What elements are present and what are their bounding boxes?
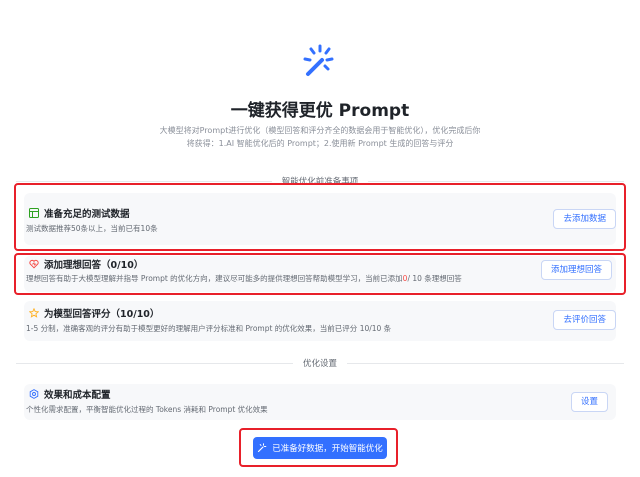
rate-answers-button[interactable]: 去评价回答 — [553, 310, 616, 330]
ideal-answer-card-header: 添加理想回答（0/10） — [28, 257, 143, 271]
start-optimization-button[interactable]: 已准备好数据，开始智能优化 — [253, 437, 387, 459]
divider-line — [16, 362, 293, 364]
cost-config-title: 效果和成本配置 — [44, 390, 111, 401]
settings-section-divider: 优化设置 — [16, 357, 625, 369]
scoring-title: 为模型回答评分（10/10） — [44, 309, 160, 320]
scoring-card-header: 为模型回答评分（10/10） — [28, 306, 159, 320]
divider-line — [347, 362, 625, 364]
test-data-card-header: 准备充足的测试数据 — [28, 206, 130, 220]
ideal-answer-desc: 理想回答有助于大模型理解并指导 Prompt 的优化方向，建议尽可能多的提供理想… — [26, 273, 462, 284]
add-data-button[interactable]: 去添加数据 — [553, 209, 616, 229]
table-icon — [28, 207, 40, 219]
ideal-answer-card: 添加理想回答（0/10） 理想回答有助于大模型理解并指导 Prompt 的优化方… — [24, 256, 616, 292]
settings-section-label: 优化设置 — [303, 359, 338, 369]
heart-icon — [28, 258, 40, 270]
test-data-desc: 测试数据推荐50条以上，当前已有10条 — [26, 224, 158, 233]
settings-icon — [28, 388, 40, 400]
magic-wand-icon — [303, 44, 334, 76]
page-description: 大模型将对Prompt进行优化（模型回答和评分齐全的数据会用于智能优化），优化完… — [130, 124, 510, 150]
sparkle-icon — [258, 443, 267, 453]
description-line-1: 大模型将对Prompt进行优化（模型回答和评分齐全的数据会用于智能优化），优化完… — [159, 126, 481, 135]
ideal-answer-desc-suffix: / 10 条理想回答 — [407, 274, 462, 283]
settings-button[interactable]: 设置 — [570, 392, 608, 412]
cost-config-desc: 个性化需求配置，平衡智能优化过程的 Tokens 消耗和 Prompt 优化效果 — [26, 405, 268, 414]
prep-section-label: 智能优化前准备事项 — [281, 177, 359, 187]
cost-config-card: 效果和成本配置 个性化需求配置，平衡智能优化过程的 Tokens 消耗和 Pro… — [24, 384, 616, 420]
divider-line — [16, 180, 272, 182]
add-ideal-answer-button[interactable]: 添加理想回答 — [540, 260, 612, 280]
page-title: 一键获得更优 Prompt — [230, 101, 410, 121]
test-data-title: 准备充足的测试数据 — [44, 209, 130, 220]
scoring-card: 为模型回答评分（10/10） 1-5 分制，准确客观的评分有助于模型更好的理解用… — [24, 301, 616, 341]
ideal-answer-title: 添加理想回答（0/10） — [44, 260, 144, 271]
test-data-card: 准备充足的测试数据 测试数据推荐50条以上，当前已有10条 去添加数据 — [24, 193, 616, 245]
scoring-desc: 1-5 分制，准确客观的评分有助于模型更好的理解用户评分标准和 Prompt 的… — [26, 324, 392, 333]
description-line-2: 将获得：1.AI 智能优化后的 Prompt；2.使用新 Prompt 生成的回… — [186, 139, 454, 148]
prep-section-divider: 智能优化前准备事项 — [16, 175, 625, 187]
start-optimization-label: 已准备好数据，开始智能优化 — [272, 444, 383, 454]
ideal-answer-desc-text: 理想回答有助于大模型理解并指导 Prompt 的优化方向，建议尽可能多的提供理想… — [26, 274, 403, 283]
star-icon — [28, 307, 40, 319]
divider-line — [368, 180, 625, 182]
cost-config-card-header: 效果和成本配置 — [28, 387, 111, 401]
